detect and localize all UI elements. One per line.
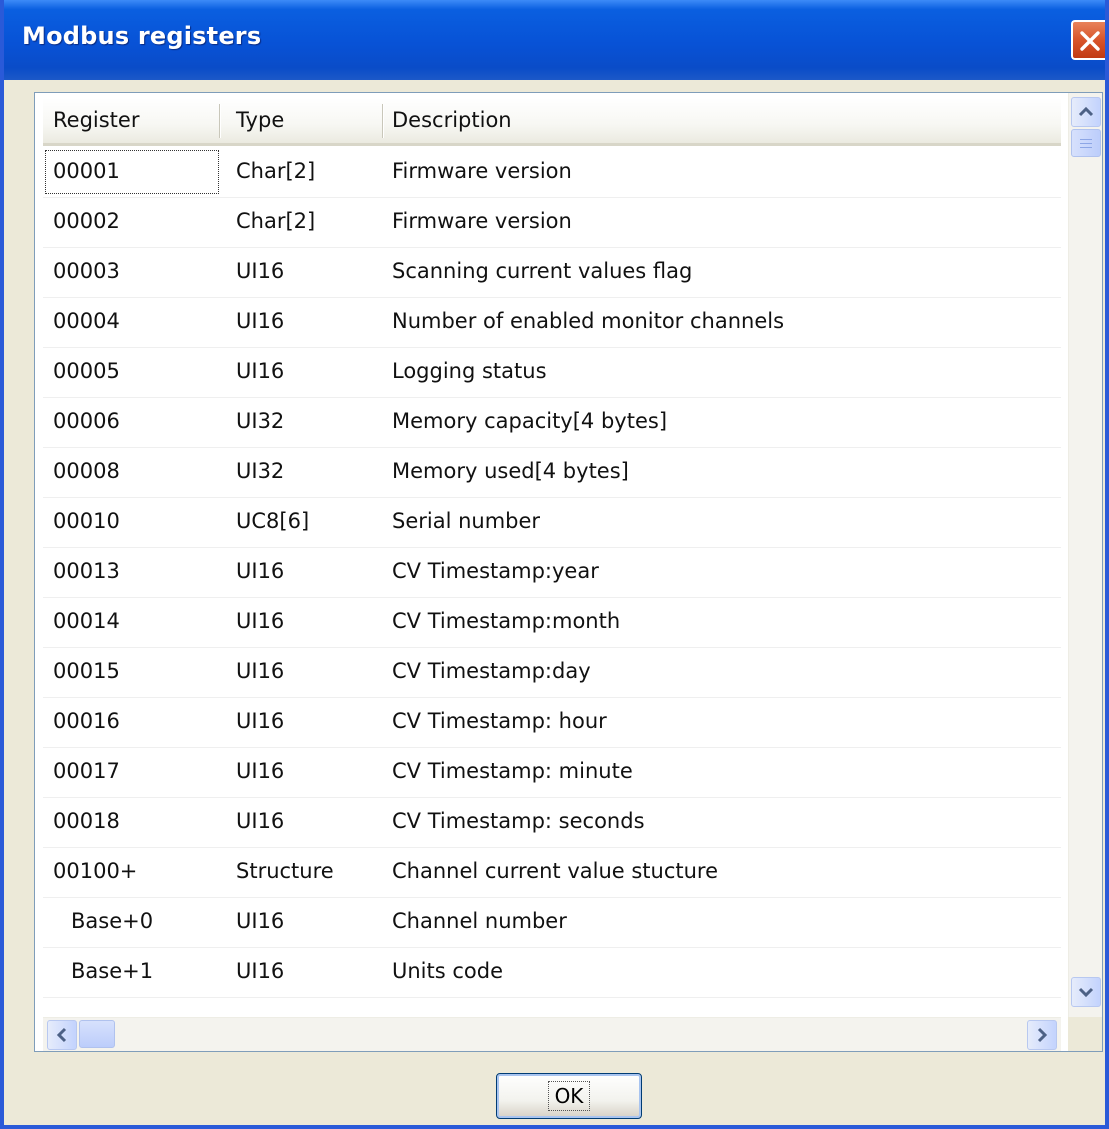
table-row[interactable]: 00004 UI16 Number of enabled monitor cha…	[43, 298, 1061, 348]
register-cell: 00003	[53, 259, 120, 283]
table-row[interactable]: Base+1 UI16 Units code	[43, 948, 1061, 998]
column-header-description[interactable]: Description	[382, 98, 1061, 143]
close-button[interactable]	[1071, 20, 1105, 60]
horizontal-scroll-thumb[interactable]	[79, 1020, 115, 1048]
scroll-right-button[interactable]	[1027, 1020, 1057, 1050]
type-cell: UI32	[236, 409, 285, 433]
type-cell: Char[2]	[236, 209, 316, 233]
arrow-up-icon	[1078, 106, 1094, 117]
table-row[interactable]: 00015 UI16 CV Timestamp:day	[43, 648, 1061, 698]
ok-button-label: OK	[547, 1081, 591, 1111]
description-cell: CV Timestamp:month	[392, 609, 621, 633]
type-cell: UC8[6]	[236, 509, 310, 533]
title-bar[interactable]: Modbus registers	[4, 0, 1105, 80]
register-cell: 00001	[53, 159, 120, 183]
description-cell: CV Timestamp:year	[392, 559, 599, 583]
type-cell: UI16	[236, 259, 285, 283]
register-cell: 00004	[53, 309, 120, 333]
scroll-down-button[interactable]	[1071, 977, 1101, 1007]
table-row[interactable]: 00005 UI16 Logging status	[43, 348, 1061, 398]
register-cell: 00005	[53, 359, 120, 383]
register-cell: 00006	[53, 409, 120, 433]
column-divider[interactable]	[219, 104, 220, 138]
arrow-left-icon	[56, 1027, 67, 1043]
description-cell: Logging status	[392, 359, 547, 383]
register-cell: 00016	[53, 709, 120, 733]
description-cell: Channel number	[392, 909, 567, 933]
type-cell: UI16	[236, 809, 285, 833]
table-body: 00001 Char[2] Firmware version 00002 Cha…	[43, 148, 1061, 998]
arrow-right-icon	[1037, 1027, 1048, 1043]
scrollbar-corner	[1068, 1017, 1102, 1051]
table-row[interactable]: 00100+ Structure Channel current value s…	[43, 848, 1061, 898]
description-cell: Number of enabled monitor channels	[392, 309, 785, 333]
table-row[interactable]: 00002 Char[2] Firmware version	[43, 198, 1061, 248]
horizontal-scrollbar[interactable]	[43, 1017, 1061, 1051]
type-cell: UI16	[236, 909, 285, 933]
type-cell: UI16	[236, 959, 285, 983]
modbus-registers-dialog: Modbus registers Register Type Descripti…	[0, 0, 1109, 1129]
register-cell: 00008	[53, 459, 120, 483]
table-row[interactable]: 00003 UI16 Scanning current values flag	[43, 248, 1061, 298]
register-cell: 00010	[53, 509, 120, 533]
description-cell: Channel current value stucture	[392, 859, 719, 883]
type-cell: Char[2]	[236, 159, 316, 183]
description-cell: Memory used[4 bytes]	[392, 459, 629, 483]
type-cell: UI16	[236, 759, 285, 783]
arrow-down-icon	[1078, 987, 1094, 998]
list-content: Register Type Description 00001 Char[2] …	[43, 98, 1061, 1018]
description-cell: CV Timestamp:day	[392, 659, 591, 683]
register-cell: 00014	[53, 609, 120, 633]
vertical-scroll-thumb[interactable]	[1071, 129, 1101, 157]
description-cell: Firmware version	[392, 209, 572, 233]
register-cell: 00002	[53, 209, 120, 233]
description-cell: CV Timestamp: seconds	[392, 809, 645, 833]
close-icon	[1080, 31, 1100, 51]
description-cell: Scanning current values flag	[392, 259, 693, 283]
ok-button[interactable]: OK	[496, 1073, 642, 1119]
type-cell: Structure	[236, 859, 334, 883]
grip-line	[1080, 143, 1092, 144]
register-cell: Base+0	[71, 909, 154, 933]
table-row[interactable]: 00010 UC8[6] Serial number	[43, 498, 1061, 548]
table-row[interactable]: Base+0 UI16 Channel number	[43, 898, 1061, 948]
type-cell: UI32	[236, 459, 285, 483]
register-cell: 00018	[53, 809, 120, 833]
column-header-register[interactable]: Register	[43, 98, 219, 143]
table-row[interactable]: 00018 UI16 CV Timestamp: seconds	[43, 798, 1061, 848]
table-row[interactable]: 00001 Char[2] Firmware version	[43, 148, 1061, 198]
description-cell: Units code	[392, 959, 504, 983]
register-cell: 00100+	[53, 859, 138, 883]
grip-line	[1080, 139, 1092, 140]
table-row[interactable]: 00008 UI32 Memory used[4 bytes]	[43, 448, 1061, 498]
scroll-left-button[interactable]	[47, 1020, 77, 1050]
description-cell: Firmware version	[392, 159, 572, 183]
type-cell: UI16	[236, 359, 285, 383]
type-cell: UI16	[236, 709, 285, 733]
register-cell: 00015	[53, 659, 120, 683]
register-cell: 00017	[53, 759, 120, 783]
type-cell: UI16	[236, 559, 285, 583]
window-title: Modbus registers	[22, 22, 262, 50]
table-row[interactable]: 00017 UI16 CV Timestamp: minute	[43, 748, 1061, 798]
description-cell: Memory capacity[4 bytes]	[392, 409, 668, 433]
column-header-type[interactable]: Type	[226, 98, 382, 143]
grip-line	[1080, 147, 1092, 148]
table-row[interactable]: 00016 UI16 CV Timestamp: hour	[43, 698, 1061, 748]
register-cell: 00013	[53, 559, 120, 583]
register-cell: Base+1	[71, 959, 154, 983]
registers-list[interactable]: Register Type Description 00001 Char[2] …	[34, 92, 1103, 1052]
vertical-scrollbar[interactable]	[1068, 93, 1102, 1018]
description-cell: Serial number	[392, 509, 541, 533]
column-header: Register Type Description	[43, 98, 1061, 146]
table-row[interactable]: 00014 UI16 CV Timestamp:month	[43, 598, 1061, 648]
type-cell: UI16	[236, 609, 285, 633]
description-cell: CV Timestamp: hour	[392, 709, 607, 733]
table-row[interactable]: 00013 UI16 CV Timestamp:year	[43, 548, 1061, 598]
description-cell: CV Timestamp: minute	[392, 759, 633, 783]
type-cell: UI16	[236, 659, 285, 683]
scroll-up-button[interactable]	[1071, 97, 1101, 127]
table-row[interactable]: 00006 UI32 Memory capacity[4 bytes]	[43, 398, 1061, 448]
type-cell: UI16	[236, 309, 285, 333]
